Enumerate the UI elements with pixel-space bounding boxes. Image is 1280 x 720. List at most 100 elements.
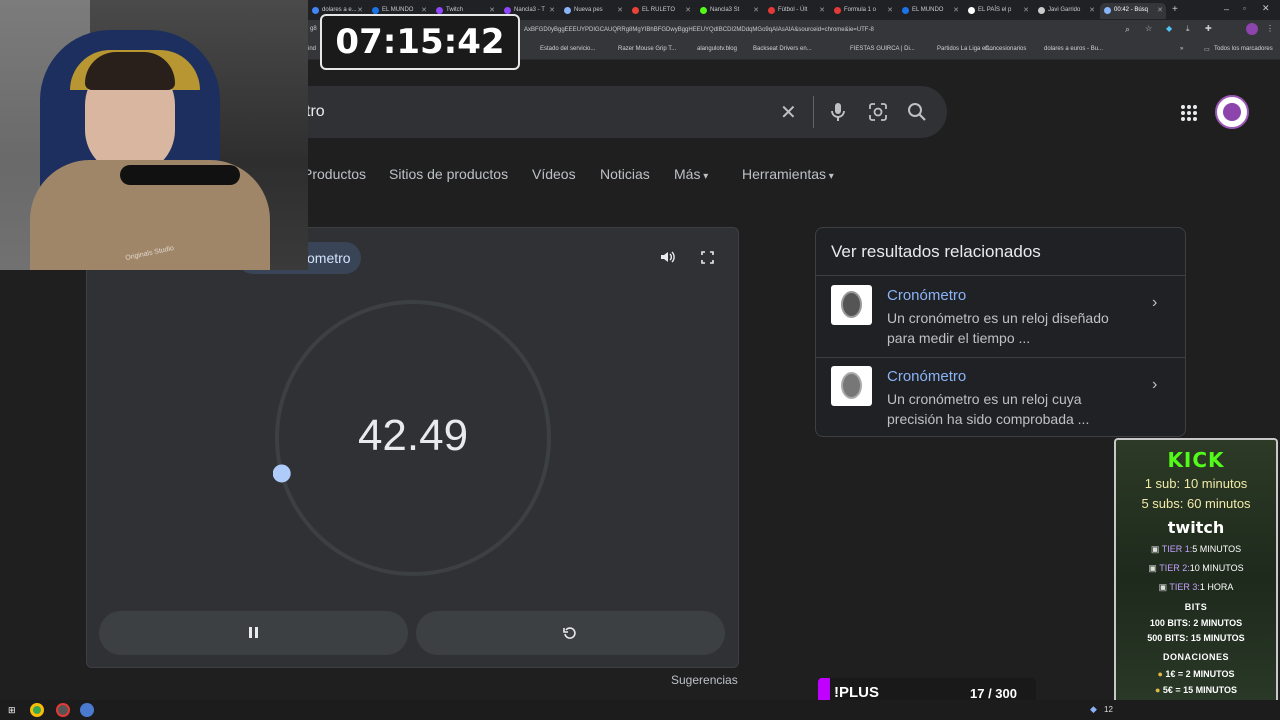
nav-tab[interactable]: Vídeos — [532, 166, 576, 182]
bits-label: 100 BITS: — [1149, 618, 1191, 628]
fullscreen-icon[interactable] — [701, 251, 714, 264]
tier-value: 5 MINUTOS — [1192, 544, 1242, 554]
browser-tab[interactable]: EL PAÍS el p ✕ — [964, 3, 1032, 19]
url-text[interactable]: AxBFGD0yBggEEEUYPDIGCAUQRRg8MgYIBhBFGDwy… — [524, 27, 874, 33]
search-input[interactable]: tro — [306, 103, 325, 121]
tab-label: dolares a e... — [322, 7, 357, 13]
folder-icon: ▭ — [1204, 47, 1210, 53]
bookmark-item[interactable]: dolares a euros - Bu... — [1044, 46, 1103, 52]
bookmark-partial[interactable]: ind — [308, 46, 316, 52]
lens-icon[interactable] — [868, 102, 888, 122]
tray-icon[interactable]: ◆ — [1090, 704, 1097, 715]
tab-close-icon[interactable]: ✕ — [685, 6, 691, 14]
browser-tab[interactable]: Nueva pes ✕ — [560, 3, 626, 19]
tier-row: ▣ TIER 3:1 HORA — [1116, 582, 1276, 593]
browser-tab[interactable]: Formula 1 o ✕ — [830, 3, 896, 19]
nav-tab-label: Más — [674, 166, 701, 182]
hair — [85, 52, 175, 90]
bookmark-item[interactable]: Backseat Drivers en... — [753, 46, 812, 52]
maximize-icon[interactable]: ▫ — [1243, 4, 1246, 13]
search-icon[interactable] — [907, 102, 927, 122]
related-item[interactable]: Cronómetro Un cronómetro es un reloj dis… — [816, 276, 1185, 357]
app-icon[interactable] — [56, 703, 70, 717]
nav-tab[interactable]: Noticias — [600, 166, 650, 182]
tab-favicon — [632, 7, 639, 14]
twitch-logo: twitch — [1167, 518, 1225, 537]
stopwatch-value: 42.49 — [357, 411, 469, 460]
star-icon[interactable]: ☆ — [1145, 24, 1152, 33]
related-item-title[interactable]: Cronómetro — [887, 287, 966, 304]
tab-label: Nueva pes — [574, 7, 603, 13]
nav-tab[interactable]: Sitios de productos — [389, 166, 508, 182]
browser-tab[interactable]: Javi Garrido ✕ — [1034, 3, 1098, 19]
tab-favicon — [902, 7, 909, 14]
new-tab-button[interactable]: + — [1172, 4, 1178, 15]
nav-tab[interactable]: Productos — [303, 166, 366, 182]
app-icon[interactable] — [80, 703, 94, 717]
extension-icon[interactable]: ◆ — [1166, 24, 1172, 33]
download-icon[interactable]: ⤓ — [1186, 24, 1190, 34]
tab-close-icon[interactable]: ✕ — [489, 6, 495, 14]
progress-indicator — [273, 464, 291, 483]
browser-tab[interactable]: 00:42 - Búsq ✕ — [1100, 3, 1166, 19]
sound-icon[interactable] — [659, 249, 675, 265]
chrome-icon[interactable] — [30, 703, 44, 717]
tab-close-icon[interactable]: ✕ — [549, 6, 555, 14]
reset-button[interactable] — [416, 611, 725, 655]
windows-start-icon[interactable]: ⊞ — [8, 705, 16, 716]
tab-close-icon[interactable]: ✕ — [1089, 6, 1095, 14]
tab-close-icon[interactable]: ✕ — [617, 6, 623, 14]
profile-avatar[interactable] — [1246, 23, 1258, 35]
browser-tab[interactable]: Fútbol - Últ ✕ — [764, 3, 828, 19]
tab-label: EL MUNDO — [912, 7, 944, 13]
tab-close-icon[interactable]: ✕ — [887, 6, 893, 14]
tab-favicon — [564, 7, 571, 14]
bits-row: 500 BITS: 15 MINUTOS — [1116, 633, 1276, 643]
tab-close-icon[interactable]: ✕ — [1023, 6, 1029, 14]
bookmark-item[interactable]: Razer Mouse Grip T... — [618, 46, 676, 52]
twitch-icon: ▣ — [1150, 544, 1162, 554]
tab-favicon — [1104, 7, 1111, 14]
microphone — [120, 165, 240, 185]
tab-label: EL MUNDO — [382, 7, 414, 13]
clear-icon[interactable]: ✕ — [780, 100, 797, 125]
related-title: Ver resultados relacionados — [831, 242, 1041, 261]
tab-close-icon[interactable]: ✕ — [953, 6, 959, 14]
pause-icon-bar-left — [249, 627, 252, 638]
tab-label: Fútbol - Últ — [778, 7, 808, 13]
bookmark-item[interactable]: alangulotv.blog — [697, 46, 737, 52]
mic-icon[interactable] — [829, 102, 847, 122]
bookmarks-more[interactable]: » — [1180, 46, 1183, 52]
related-item[interactable]: Cronómetro Un cronómetro es un reloj cuy… — [816, 358, 1185, 437]
tab-favicon — [768, 7, 775, 14]
tab-close-icon[interactable]: ✕ — [1157, 6, 1163, 14]
tab-cronometro-label: ometro — [307, 250, 351, 266]
tab-close-icon[interactable]: ✕ — [421, 6, 427, 14]
nav-tab[interactable]: Herramientas ▾ — [742, 166, 834, 182]
minimize-icon[interactable]: – — [1224, 4, 1229, 14]
browser-tab[interactable]: Nancla3 St ✕ — [696, 3, 762, 19]
bookmark-item[interactable]: Concesionarios — [985, 46, 1026, 52]
tab-close-icon[interactable]: ✕ — [753, 6, 759, 14]
apps-grid-icon[interactable] — [1180, 104, 1198, 122]
menu-icon[interactable]: ⋮ — [1266, 24, 1274, 33]
tab-close-icon[interactable]: ✕ — [357, 6, 363, 14]
pause-button[interactable] — [99, 611, 408, 655]
all-bookmarks[interactable]: Todos los marcadores — [1214, 46, 1273, 52]
url-prefix: g8 — [310, 26, 317, 32]
browser-tab[interactable]: EL RULETO ✕ — [628, 3, 694, 19]
bookmark-item[interactable]: Estado del servicio... — [540, 46, 595, 52]
search-box[interactable]: tro ✕ — [260, 86, 947, 138]
nav-tab[interactable]: Más ▾ — [674, 166, 708, 182]
related-item-title[interactable]: Cronómetro — [887, 368, 966, 385]
suggestions-link[interactable]: Sugerencias — [671, 673, 738, 687]
tab-close-icon[interactable]: ✕ — [819, 6, 825, 14]
account-avatar[interactable] — [1215, 95, 1249, 129]
search-icon[interactable]: ⌕ — [1125, 24, 1130, 35]
tier-value: 10 MINUTOS — [1189, 563, 1244, 573]
tab-label: Twitch — [446, 7, 464, 13]
puzzle-icon[interactable]: ✚ — [1205, 24, 1212, 33]
bookmark-item[interactable]: FIESTAS GUIRCA | Di... — [850, 46, 915, 52]
browser-tab[interactable]: EL MUNDO ✕ — [898, 3, 962, 19]
window-close-icon[interactable]: ✕ — [1262, 3, 1270, 14]
